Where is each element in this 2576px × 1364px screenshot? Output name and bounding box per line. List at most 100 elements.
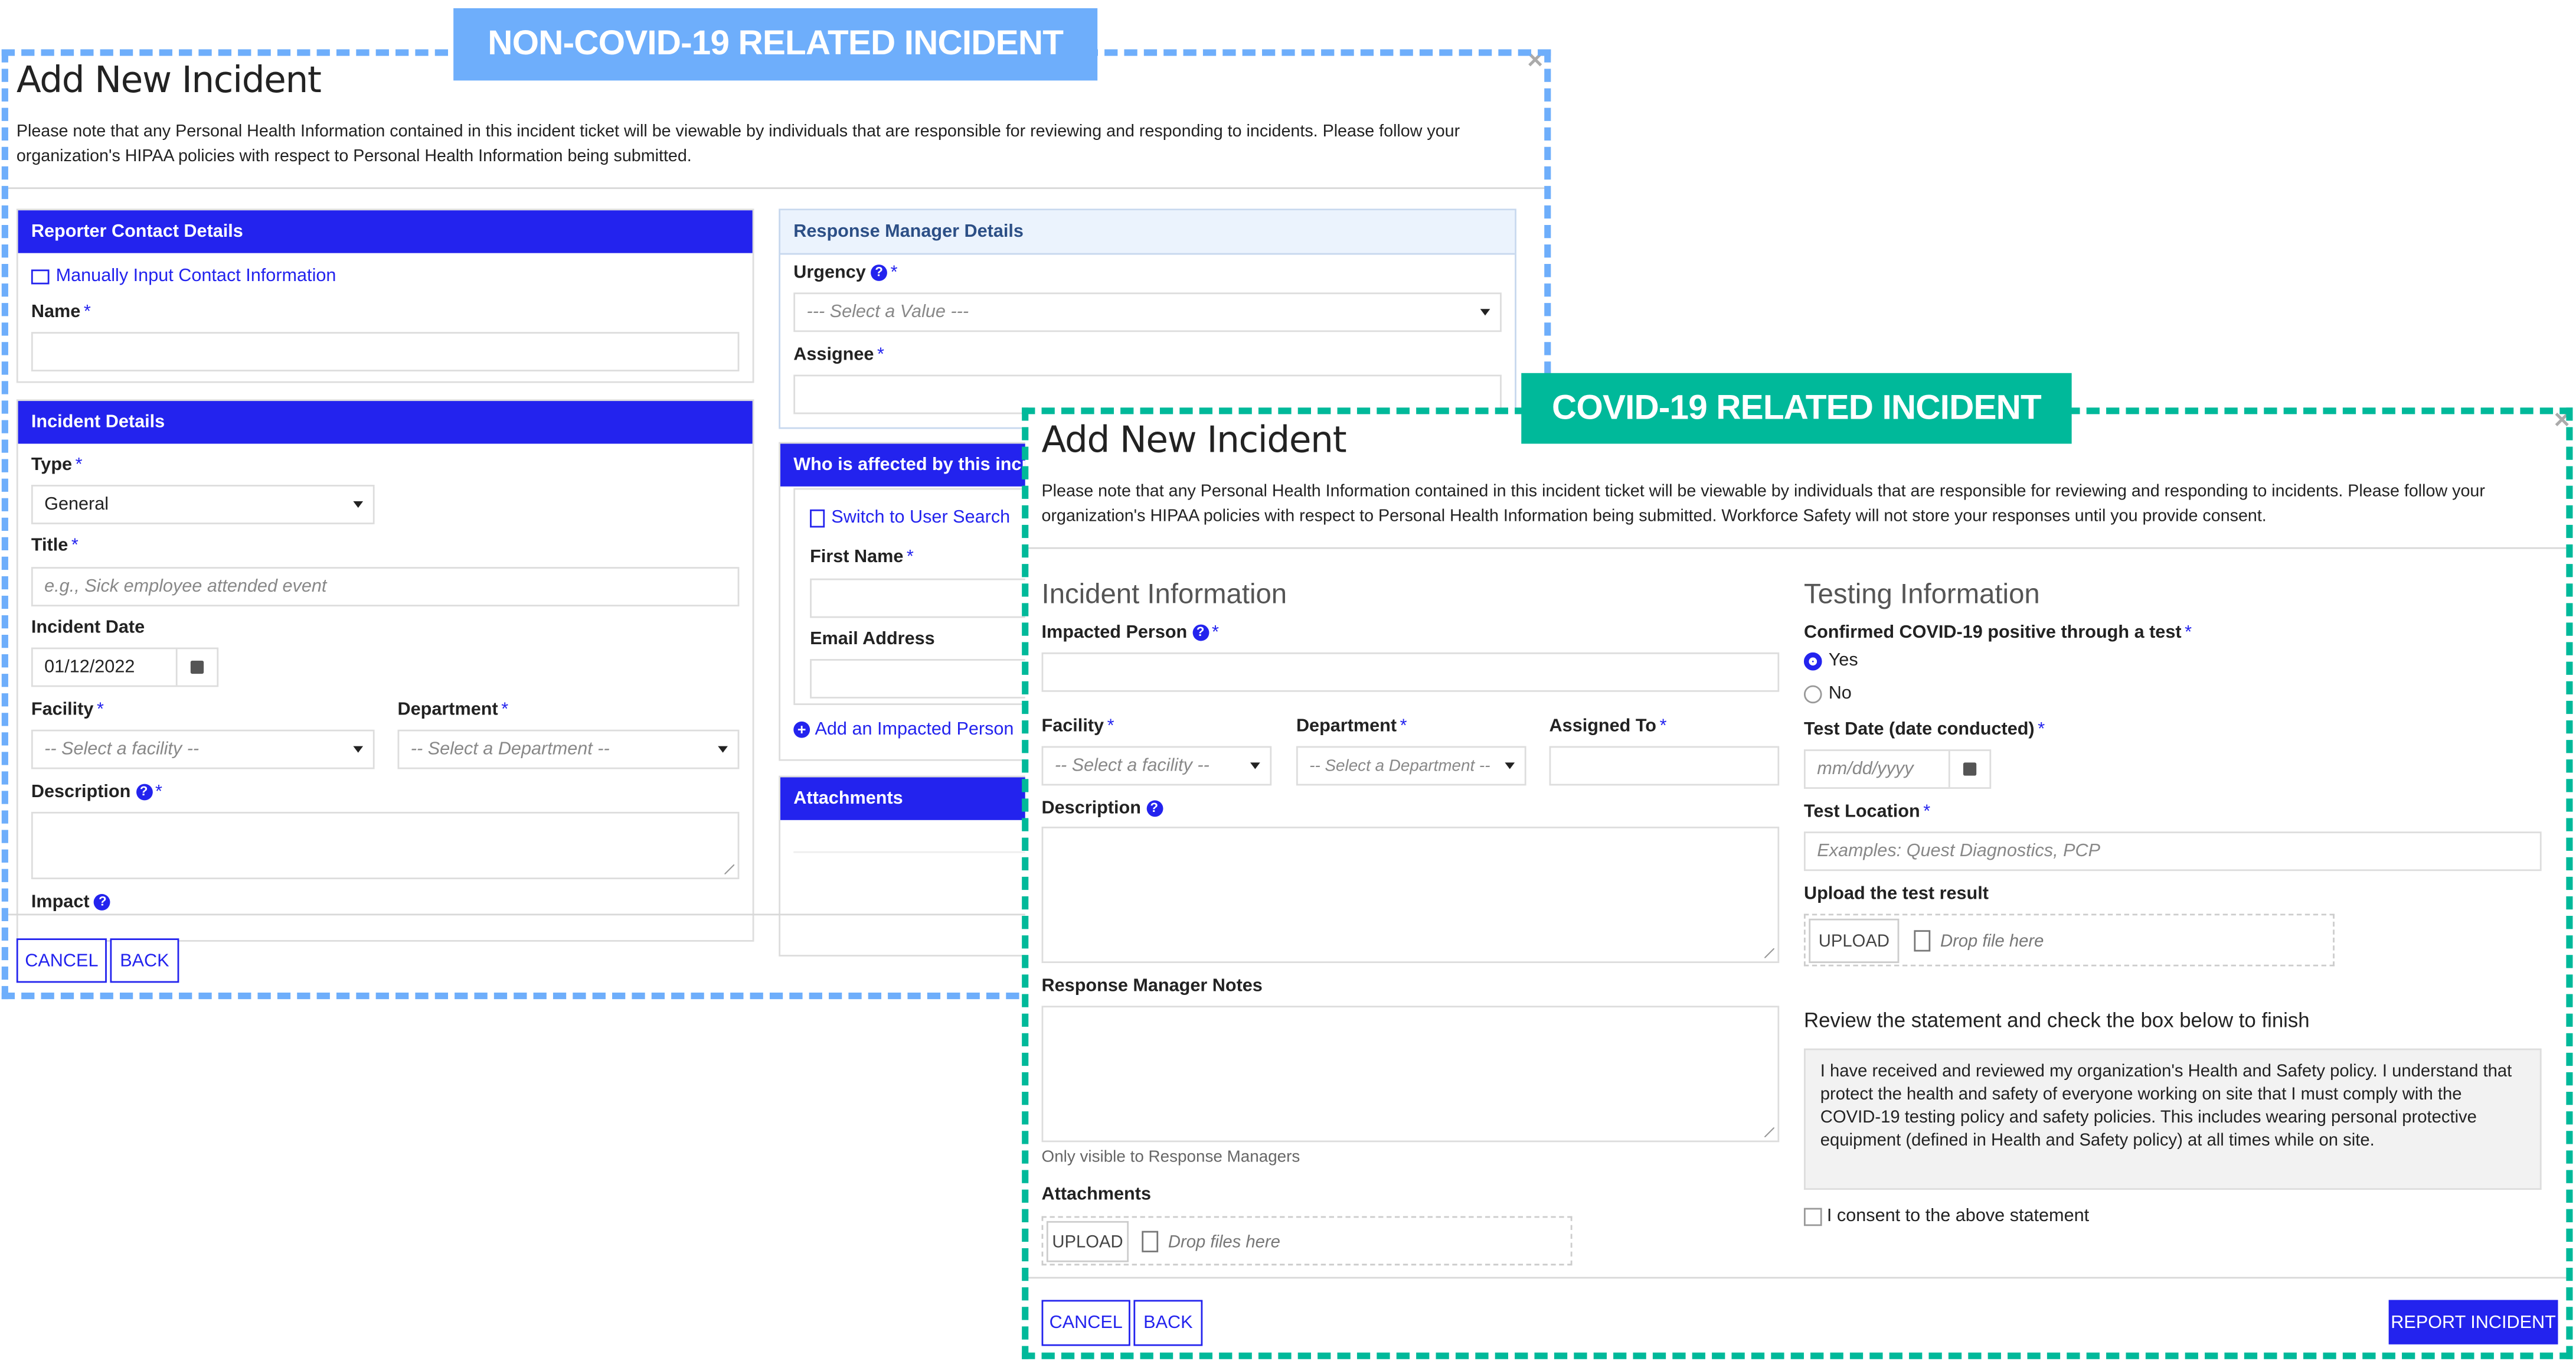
resize-handle-icon[interactable] bbox=[1764, 1127, 1774, 1137]
chevron-down-icon bbox=[718, 746, 728, 753]
test-date-input[interactable]: mm/dd/yyyy bbox=[1803, 749, 1992, 789]
name-label: Name * bbox=[31, 302, 91, 322]
type-select-value: General bbox=[44, 494, 109, 515]
modal-title: Add New Incident bbox=[16, 60, 322, 102]
facility-select[interactable]: -- Select a facility -- bbox=[1041, 746, 1272, 786]
calendar-icon[interactable] bbox=[1948, 750, 1990, 788]
reporter-contact-header: Reporter Contact Details bbox=[18, 210, 753, 253]
incident-details-panel: Incident Details Type * General Title * e.… bbox=[16, 399, 754, 942]
help-icon[interactable]: ? bbox=[135, 784, 152, 801]
description-textarea[interactable] bbox=[1041, 826, 1780, 963]
cancel-button[interactable]: CANCEL bbox=[16, 938, 107, 983]
consent-label: I consent to the above statement bbox=[1826, 1206, 2090, 1226]
cancel-button[interactable]: CANCEL bbox=[1041, 1300, 1130, 1346]
switch-user-search-link[interactable]: Switch to User Search bbox=[810, 508, 1010, 527]
description-label: Description? * bbox=[31, 782, 162, 802]
test-result-dropzone[interactable]: UPLOAD Drop file here bbox=[1803, 913, 2335, 967]
review-heading: Review the statement and check the box b… bbox=[1803, 1009, 2310, 1032]
test-location-input[interactable]: Examples: Quest Diagnostics, PCP bbox=[1803, 831, 2542, 872]
facility-select[interactable]: -- Select a facility -- bbox=[31, 729, 375, 769]
assignee-label: Assignee * bbox=[793, 345, 884, 365]
consent-checkbox[interactable] bbox=[1803, 1208, 1822, 1226]
response-manager-notes-textarea[interactable] bbox=[1041, 1006, 1780, 1143]
help-icon[interactable]: ? bbox=[871, 265, 888, 281]
assignee-input[interactable] bbox=[793, 374, 1502, 415]
report-incident-button[interactable]: REPORT INCIDENT bbox=[2388, 1300, 2558, 1345]
test-date-label: Test Date (date conducted) * bbox=[1803, 720, 2045, 740]
test-date-placeholder: mm/dd/yyyy bbox=[1817, 759, 1914, 779]
divider bbox=[1025, 547, 2570, 549]
type-select[interactable]: General bbox=[31, 485, 375, 524]
test-location-label: Test Location * bbox=[1803, 802, 1931, 822]
modal-title: Add New Incident bbox=[1041, 420, 1347, 462]
contact-card-icon bbox=[31, 269, 50, 284]
manual-input-contact-label: Manually Input Contact Information bbox=[55, 266, 336, 286]
help-icon[interactable]: ? bbox=[94, 894, 111, 911]
policy-statement: I have received and reviewed my organiza… bbox=[1803, 1048, 2542, 1190]
chevron-down-icon bbox=[1480, 309, 1490, 316]
facility-label: Facility * bbox=[31, 700, 104, 720]
non-covid-tag: NON-COVID-19 RELATED INCIDENT bbox=[453, 8, 1098, 81]
chevron-down-icon bbox=[353, 746, 364, 753]
close-icon[interactable]: ✕ bbox=[2553, 411, 2570, 434]
name-input[interactable] bbox=[31, 332, 740, 372]
urgency-placeholder: --- Select a Value --- bbox=[806, 302, 969, 322]
incident-date-input[interactable]: 01/12/2022 bbox=[31, 647, 219, 687]
type-label: Type * bbox=[31, 455, 83, 475]
radio-no[interactable] bbox=[1803, 685, 1822, 704]
notes-hint: Only visible to Response Managers bbox=[1041, 1148, 1300, 1167]
impacted-person-input[interactable] bbox=[1041, 652, 1780, 692]
confirmed-positive-label: Confirmed COVID-19 positive through a te… bbox=[1803, 622, 2192, 643]
assigned-to-label: Assigned To * bbox=[1549, 716, 1667, 736]
title-label: Title * bbox=[31, 536, 79, 556]
first-name-label: First Name * bbox=[810, 547, 914, 567]
attachments-dropzone[interactable]: UPLOAD Drop files here bbox=[1041, 1216, 1573, 1266]
plus-circle-icon: + bbox=[793, 721, 810, 738]
department-select[interactable]: -- Select a Department -- bbox=[1296, 746, 1526, 786]
upload-button[interactable]: UPLOAD bbox=[1046, 1221, 1129, 1262]
incident-information-heading: Incident Information bbox=[1041, 578, 1287, 610]
response-manager-panel: Response Manager Details Urgency? * --- S… bbox=[779, 208, 1516, 429]
impact-label: Impact? bbox=[31, 892, 111, 912]
calendar-icon[interactable] bbox=[175, 649, 217, 686]
resize-handle-icon[interactable] bbox=[724, 864, 735, 874]
resize-handle-icon[interactable] bbox=[1764, 948, 1774, 958]
upload-test-result-label: Upload the test result bbox=[1803, 884, 1989, 904]
divider bbox=[3, 187, 1549, 190]
switch-user-search-label: Switch to User Search bbox=[831, 508, 1011, 528]
user-card-icon bbox=[810, 508, 825, 527]
description-textarea[interactable] bbox=[31, 811, 740, 880]
incident-details-header: Incident Details bbox=[18, 401, 753, 444]
attachments-label: Attachments bbox=[1041, 1184, 1151, 1205]
testing-information-heading: Testing Information bbox=[1803, 578, 2040, 610]
department-placeholder: -- Select a Department -- bbox=[1309, 756, 1490, 775]
department-select[interactable]: -- Select a Department -- bbox=[397, 729, 740, 769]
add-impacted-person-link[interactable]: + Add an Impacted Person bbox=[793, 720, 1014, 739]
urgency-select[interactable]: --- Select a Value --- bbox=[793, 292, 1502, 332]
close-icon[interactable]: ✕ bbox=[1526, 51, 1544, 74]
help-icon[interactable]: ? bbox=[1146, 800, 1163, 817]
manual-input-contact-link[interactable]: Manually Input Contact Information bbox=[31, 266, 336, 286]
file-drop-icon bbox=[1142, 1231, 1159, 1252]
chevron-down-icon bbox=[1250, 762, 1260, 769]
assigned-to-input[interactable] bbox=[1549, 746, 1780, 786]
department-label: Department * bbox=[397, 700, 509, 720]
back-button[interactable]: BACK bbox=[110, 938, 179, 983]
drop-file-hint: Drop file here bbox=[1914, 930, 2044, 952]
radio-yes-label: Yes bbox=[1828, 651, 1858, 671]
chevron-down-icon bbox=[1505, 762, 1515, 769]
radio-yes[interactable] bbox=[1803, 652, 1822, 671]
help-icon[interactable]: ? bbox=[1192, 624, 1209, 641]
department-label: Department * bbox=[1296, 716, 1407, 736]
title-placeholder: e.g., Sick employee attended event bbox=[44, 576, 327, 597]
back-button[interactable]: BACK bbox=[1133, 1300, 1203, 1346]
email-label: Email Address bbox=[810, 629, 935, 650]
phi-notice: Please note that any Personal Health Inf… bbox=[16, 123, 1460, 167]
description-label: Description? bbox=[1042, 799, 1163, 818]
response-manager-header: Response Manager Details bbox=[780, 210, 1515, 255]
title-input[interactable]: e.g., Sick employee attended event bbox=[31, 567, 740, 607]
covid-modal: Add New Incident ✕ Please note that any … bbox=[1025, 410, 2570, 1356]
file-drop-icon bbox=[1914, 930, 1931, 952]
incident-date-value: 01/12/2022 bbox=[44, 657, 135, 677]
upload-button[interactable]: UPLOAD bbox=[1809, 918, 1900, 963]
